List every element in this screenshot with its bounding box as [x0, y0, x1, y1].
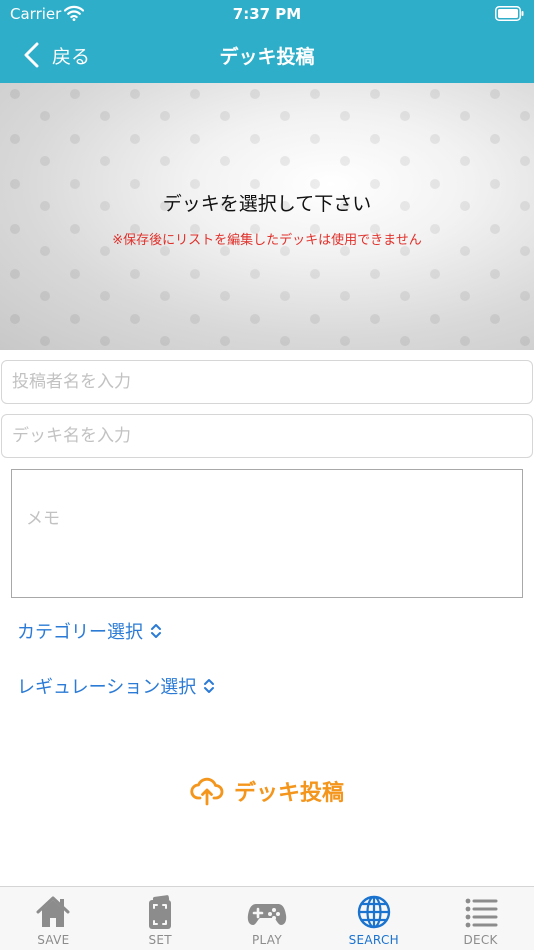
tab-save-label: SAVE — [37, 933, 70, 947]
tab-play[interactable]: PLAY — [214, 887, 321, 950]
submit-deck-button[interactable]: デッキ投稿 — [0, 774, 534, 808]
cloud-upload-icon — [190, 777, 224, 806]
tab-set[interactable]: SET — [107, 887, 214, 950]
tab-bar: SAVE SET PLAY SEARCH DECK — [0, 886, 534, 950]
chevron-up-down-icon — [151, 624, 161, 638]
tab-search[interactable]: SEARCH — [320, 887, 427, 950]
deck-name-input[interactable] — [1, 414, 533, 458]
card-frame-icon — [149, 895, 172, 929]
globe-icon — [357, 895, 390, 929]
house-icon — [36, 896, 70, 927]
chevron-up-down-icon — [204, 679, 215, 693]
category-picker[interactable]: カテゴリー選択 — [17, 618, 163, 644]
category-picker-label: カテゴリー選択 — [17, 622, 143, 643]
submit-deck-label: デッキ投稿 — [233, 781, 344, 806]
deck-select-warning: ※保存後にリストを編集したデッキは使用できません — [112, 233, 422, 248]
tab-set-label: SET — [148, 933, 172, 947]
gamepad-icon — [247, 904, 287, 925]
dot-pattern-background — [0, 83, 534, 350]
battery-icon — [495, 6, 524, 21]
status-bar: Carrier 7:37 PM — [0, 0, 534, 28]
regulation-picker[interactable]: レギュレーション選択 — [17, 673, 216, 699]
status-time: 7:37 PM — [232, 5, 302, 23]
deck-select-panel[interactable]: デッキを選択して下さい ※保存後にリストを編集したデッキは使用できません — [0, 83, 534, 350]
navigation-bar: 戻る デッキ投稿 — [0, 28, 534, 83]
regulation-picker-label: レギュレーション選択 — [17, 677, 197, 698]
author-name-input[interactable] — [1, 360, 533, 404]
deck-select-prompt: デッキを選択して下さい — [162, 193, 372, 215]
tab-save[interactable]: SAVE — [0, 887, 107, 950]
tab-play-label: PLAY — [251, 933, 282, 947]
tab-deck[interactable]: DECK — [427, 887, 534, 950]
tab-deck-label: DECK — [463, 933, 498, 947]
list-icon — [465, 898, 498, 928]
tab-search-label: SEARCH — [348, 933, 399, 947]
memo-textarea[interactable] — [11, 469, 523, 598]
page-title: デッキ投稿 — [219, 46, 315, 68]
